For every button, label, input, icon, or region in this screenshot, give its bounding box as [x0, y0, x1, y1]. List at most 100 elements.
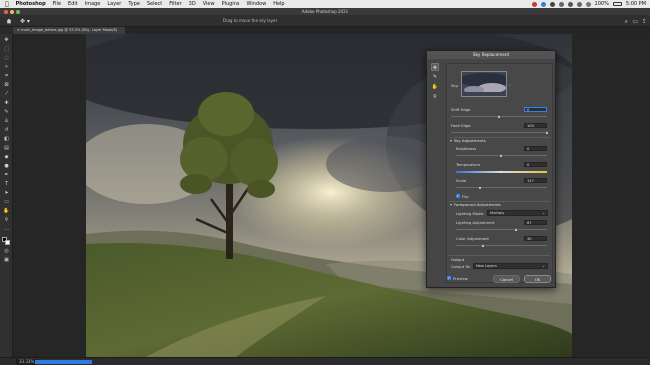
- type-tool-icon[interactable]: T: [3, 181, 10, 188]
- brightness-slider[interactable]: [500, 154, 502, 157]
- blur-tool-icon[interactable]: ◆: [3, 154, 10, 161]
- zoom-tool-icon[interactable]: ⚲: [3, 217, 10, 224]
- search-icon[interactable]: [576, 1, 582, 7]
- scale-input[interactable]: 127: [524, 178, 547, 183]
- path-selection-tool-icon[interactable]: ➤: [3, 190, 10, 197]
- background-color-swatch[interactable]: [5, 240, 10, 245]
- window-title: Adobe Photoshop 2021: [301, 9, 349, 14]
- dropbox-icon[interactable]: [540, 1, 546, 7]
- fade-edge-label: Fade Edge: [451, 123, 471, 128]
- lighting-adjustment-slider[interactable]: [515, 228, 518, 231]
- shift-edge-input[interactable]: 0: [524, 107, 547, 112]
- menu-filter[interactable]: Filter: [169, 1, 181, 7]
- battery-icon[interactable]: [612, 2, 622, 6]
- menu-image[interactable]: Image: [85, 1, 101, 7]
- quick-mask-icon[interactable]: ◎: [3, 248, 10, 255]
- brightness-input[interactable]: 0: [524, 146, 547, 151]
- shift-edge-slider[interactable]: [497, 115, 500, 118]
- menu-app-name[interactable]: Photoshop: [16, 1, 46, 7]
- dodge-tool-icon[interactable]: ●: [3, 163, 10, 170]
- frame-tool-icon[interactable]: ⊠: [3, 82, 10, 89]
- foreground-adjustments-label: Foreground Adjustments: [454, 202, 501, 207]
- sky-move-tool-icon[interactable]: ✥: [431, 63, 439, 71]
- foreground-adjustments-header[interactable]: Foreground Adjustments: [450, 202, 501, 207]
- menu-type[interactable]: Type: [128, 1, 139, 7]
- magic-wand-tool-icon[interactable]: ✧: [3, 64, 10, 71]
- flip-checkbox[interactable]: ✓: [456, 194, 460, 198]
- brush-tool-icon[interactable]: ✎: [3, 109, 10, 116]
- document-tab[interactable]: × main_image_before.jpg @ 33.3% (Sky, La…: [13, 27, 125, 34]
- minimize-window-button[interactable]: [10, 10, 14, 14]
- close-window-button[interactable]: [4, 10, 8, 14]
- crop-tool-icon[interactable]: ⌗: [3, 73, 10, 80]
- menu-edit[interactable]: Edit: [68, 1, 78, 7]
- lighting-adjustment-input[interactable]: 67: [524, 220, 547, 225]
- eyedropper-tool-icon[interactable]: ⁄: [3, 91, 10, 98]
- wifi-icon[interactable]: [567, 1, 573, 7]
- flip-label: Flip: [462, 194, 469, 199]
- ok-button[interactable]: OK: [524, 275, 551, 283]
- workspace-search-icon[interactable]: ⌕: [625, 18, 628, 26]
- hand-tool-icon[interactable]: ✋: [431, 83, 439, 91]
- clock[interactable]: 5:00 PM: [626, 1, 646, 7]
- clone-stamp-tool-icon[interactable]: ♙: [3, 118, 10, 125]
- lighting-mode-select[interactable]: Multiply ⌄: [487, 210, 548, 216]
- zoom-tool-icon[interactable]: ⚲: [431, 93, 439, 101]
- cancel-button[interactable]: Cancel: [493, 275, 520, 283]
- fade-edge-slider[interactable]: [545, 131, 548, 134]
- share-icon[interactable]: ⇪: [642, 18, 647, 25]
- dialog-settings-panel: Sky: › Shift Edge 0 Fade Edge 100 Sky Ad…: [446, 63, 553, 283]
- history-brush-tool-icon[interactable]: ↺: [3, 127, 10, 134]
- scale-track: [456, 187, 547, 188]
- lasso-tool-icon[interactable]: ◌: [3, 55, 10, 62]
- lighting-adjustment-track: [456, 229, 547, 230]
- sky-brush-tool-icon[interactable]: ✎: [431, 73, 439, 81]
- menu-file[interactable]: File: [53, 1, 61, 7]
- preview-checkbox[interactable]: ✓: [447, 276, 451, 280]
- menu-select[interactable]: Select: [147, 1, 162, 7]
- battery-percent: 100%: [594, 1, 609, 7]
- more-tools-icon[interactable]: …: [3, 226, 10, 233]
- fade-edge-input[interactable]: 100: [524, 123, 547, 128]
- bluetooth-icon[interactable]: [558, 1, 564, 7]
- healing-brush-tool-icon[interactable]: ✚: [3, 100, 10, 107]
- menu-help[interactable]: Help: [273, 1, 284, 7]
- control-icon[interactable]: [549, 1, 555, 7]
- menu-3d[interactable]: 3D: [189, 1, 196, 7]
- screen-mode-icon[interactable]: ▣: [3, 257, 10, 264]
- menu-plugins[interactable]: Plugins: [222, 1, 240, 7]
- menu-bar:  Photoshop File Edit Image Layer Type S…: [0, 0, 650, 8]
- color-adjustment-input[interactable]: 30: [524, 236, 547, 241]
- close-tab-icon[interactable]: ×: [17, 28, 20, 32]
- temperature-input[interactable]: 0: [524, 162, 547, 167]
- scale-slider[interactable]: [479, 186, 482, 189]
- shape-tool-icon[interactable]: ▭: [3, 199, 10, 206]
- sky-preset-dropdown-icon[interactable]: ›: [509, 82, 511, 87]
- marquee-tool-icon[interactable]: ⬚: [3, 46, 10, 53]
- apple-menu-icon[interactable]: : [5, 1, 9, 8]
- sky-preset-thumbnail[interactable]: [461, 71, 507, 97]
- user-icon[interactable]: [585, 1, 591, 7]
- pen-tool-icon[interactable]: ✒: [3, 172, 10, 179]
- sky-preset-image: [462, 72, 506, 96]
- menu-window[interactable]: Window: [246, 1, 266, 7]
- preview-label: Preview: [453, 276, 468, 281]
- gradient-tool-icon[interactable]: ▤: [3, 145, 10, 152]
- output-to-select[interactable]: New Layers ⌄: [473, 263, 548, 269]
- temperature-slider[interactable]: [500, 170, 502, 173]
- menu-layer[interactable]: Layer: [107, 1, 121, 7]
- fade-edge-track: [451, 132, 547, 133]
- sky-label: Sky:: [451, 83, 459, 88]
- brightness-label: Brightness: [456, 146, 477, 151]
- tools-panel: ✥ ⬚ ◌ ✧ ⌗ ⊠ ⁄ ✚ ✎ ♙ ↺ ◧ ▤ ◆ ● ✒ T ➤ ▭ ✋ …: [0, 34, 13, 365]
- color-adjustment-slider[interactable]: [481, 244, 484, 247]
- zoom-window-button[interactable]: [16, 10, 20, 14]
- workspace-icon[interactable]: ▭: [632, 18, 638, 25]
- lighting-mode-value: Multiply: [490, 211, 505, 215]
- record-status-icon[interactable]: [531, 1, 537, 7]
- sky-adjustments-header[interactable]: Sky Adjustments: [450, 138, 486, 143]
- menu-view[interactable]: View: [203, 1, 215, 7]
- eraser-tool-icon[interactable]: ◧: [3, 136, 10, 143]
- hand-tool-icon[interactable]: ✋: [3, 208, 10, 215]
- move-tool-icon[interactable]: ✥: [3, 37, 10, 44]
